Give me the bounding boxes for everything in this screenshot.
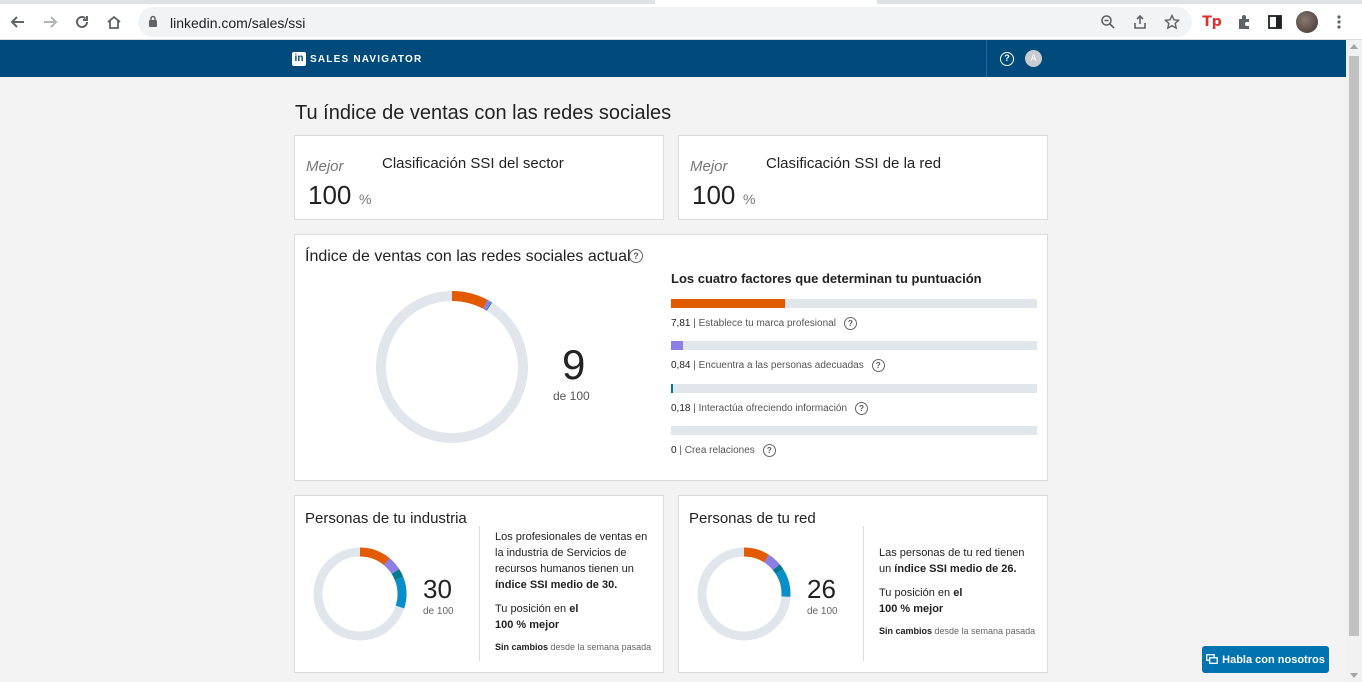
factor-bar <box>671 341 1037 350</box>
network-donut-chart <box>697 547 791 641</box>
industry-donut-chart <box>313 547 407 641</box>
find-people-segment <box>383 558 400 575</box>
home-icon[interactable] <box>102 10 126 34</box>
factor-bar <box>671 384 1037 393</box>
help-icon[interactable]: ? <box>843 317 857 330</box>
sector-rank-card: Mejor Clasificación SSI del sector 100 % <box>294 135 664 220</box>
back-icon[interactable] <box>6 10 30 34</box>
current-ssi-card: Índice de ventas con las redes sociales … <box>294 234 1048 481</box>
rank-card-title: Clasificación SSI del sector <box>382 155 564 172</box>
factor-value: 0,84 <box>671 360 691 371</box>
relationships-segment <box>775 569 791 597</box>
best-label: Mejor <box>690 158 728 175</box>
help-icon[interactable]: ? <box>1000 52 1014 66</box>
scroll-down-icon[interactable] <box>1350 673 1358 678</box>
url-text[interactable]: linkedin.com/sales/ssi <box>170 15 305 31</box>
side-panel-icon[interactable] <box>1264 11 1286 33</box>
chrome-menu-icon[interactable] <box>1328 11 1350 33</box>
factor-brand: 7,81 | Establece tu marca profesional? <box>671 299 1037 330</box>
score-of-label: de 100 <box>553 389 590 403</box>
factor-bar-fill <box>671 384 673 393</box>
network-peers-card: Personas de tu red 26 de 100 Las persona… <box>678 495 1048 673</box>
no-change-note: Sin cambios desde la semana pasada <box>495 642 652 652</box>
brand-segment <box>743 547 769 563</box>
find-people-segment <box>483 299 492 311</box>
brand-title[interactable]: SALES NAVIGATOR <box>310 54 422 65</box>
peer-description: Los profesionales de ventas en la indust… <box>495 531 648 591</box>
rank-card-title: Clasificación SSI de la red <box>766 155 942 172</box>
find-people-segment <box>763 554 780 571</box>
factor-value: 7,81 <box>671 318 691 329</box>
peer-card-title: Personas de tu industria <box>305 510 467 527</box>
extensions-puzzle-icon[interactable] <box>1233 11 1255 33</box>
peer-description: Las personas de tu red tienen un índice … <box>879 547 1025 575</box>
help-icon[interactable]: ? <box>871 359 885 372</box>
score-of-label: de 100 <box>423 606 454 617</box>
rank-value: 100 <box>692 180 736 210</box>
rank-value: 100 <box>308 180 352 210</box>
page-title: Tu índice de ventas con las redes social… <box>295 102 672 124</box>
factor-build-relationships: 0 | Crea relaciones? <box>671 426 1037 457</box>
factor-value: 0 <box>671 445 677 456</box>
browser-toolbar: linkedin.com/sales/ssi Tp <box>0 4 1362 40</box>
header-divider <box>986 40 987 77</box>
card-divider <box>863 526 864 661</box>
factor-engage-insights: 0,18 | Interactúa ofreciendo información… <box>671 384 1037 415</box>
address-bar[interactable]: linkedin.com/sales/ssi <box>138 7 1192 37</box>
ssi-score: 9 <box>562 341 586 388</box>
page-scrollbar[interactable] <box>1346 40 1362 682</box>
factor-label: Encuentra a las personas adecuadas <box>698 360 864 371</box>
scrollbar-thumb[interactable] <box>1349 56 1359 636</box>
factor-bar <box>671 299 1037 308</box>
industry-peers-card: Personas de tu industria 30 de 100 Los p… <box>294 495 664 673</box>
peer-score: 26 <box>807 574 836 604</box>
chat-bubble-icon <box>1206 654 1219 664</box>
factor-value: 0,18 <box>671 403 691 414</box>
relationships-segment <box>394 576 407 609</box>
factor-bar-fill <box>671 299 786 308</box>
factor-find-people: 0,84 | Encuentra a las personas adecuada… <box>671 341 1037 372</box>
engage-segment <box>772 564 784 574</box>
current-ssi-title: Índice de ventas con las redes sociales … <box>305 248 631 265</box>
linkedin-logo-icon[interactable]: in <box>292 52 306 66</box>
user-avatar[interactable]: A <box>1025 50 1042 67</box>
reload-icon[interactable] <box>70 10 94 34</box>
rank-unit: % <box>359 191 372 207</box>
factor-label: Interactúa ofreciendo información <box>698 403 848 414</box>
peer-score: 30 <box>423 574 452 604</box>
score-of-label: de 100 <box>807 606 838 617</box>
help-icon[interactable]: ? <box>629 249 643 263</box>
network-rank-card: Mejor Clasificación SSI de la red 100 % <box>678 135 1048 220</box>
sales-navigator-header: in SALES NAVIGATOR ? A <box>0 40 1346 77</box>
scroll-up-icon[interactable] <box>1350 44 1358 49</box>
peer-position: Tu posición en el 100 % mejor <box>495 603 579 631</box>
peer-card-title: Personas de tu red <box>689 510 816 527</box>
help-icon[interactable]: ? <box>762 444 776 457</box>
brand-segment <box>359 547 390 566</box>
factor-label: Crea relaciones <box>684 445 755 456</box>
zoom-icon[interactable] <box>1098 12 1118 32</box>
rank-unit: % <box>743 191 756 207</box>
share-icon[interactable] <box>1130 12 1150 32</box>
factor-bar <box>671 426 1037 435</box>
chat-with-us-button[interactable]: Habla con nosotros <box>1202 646 1329 673</box>
factors-title: Los cuatro factores que determinan tu pu… <box>671 271 982 286</box>
card-divider <box>479 526 480 661</box>
profile-avatar-icon[interactable] <box>1296 11 1318 33</box>
ssi-donut-chart <box>376 291 528 443</box>
bookmark-star-icon[interactable] <box>1162 12 1182 32</box>
engage-segment <box>391 569 404 581</box>
brand-segment <box>451 291 488 309</box>
forward-icon[interactable] <box>38 10 62 34</box>
factor-bar-fill <box>671 341 684 350</box>
chat-button-label: Habla con nosotros <box>1222 653 1325 666</box>
lock-icon <box>148 15 158 33</box>
factor-label: Establece tu marca profesional <box>698 318 836 329</box>
peer-position: Tu posición en el 100 % mejor <box>879 587 963 615</box>
help-icon[interactable]: ? <box>855 402 869 415</box>
no-change-note: Sin cambios desde la semana pasada <box>879 626 1036 636</box>
best-label: Mejor <box>306 158 344 175</box>
tp-extension-icon[interactable]: Tp <box>1201 11 1223 33</box>
